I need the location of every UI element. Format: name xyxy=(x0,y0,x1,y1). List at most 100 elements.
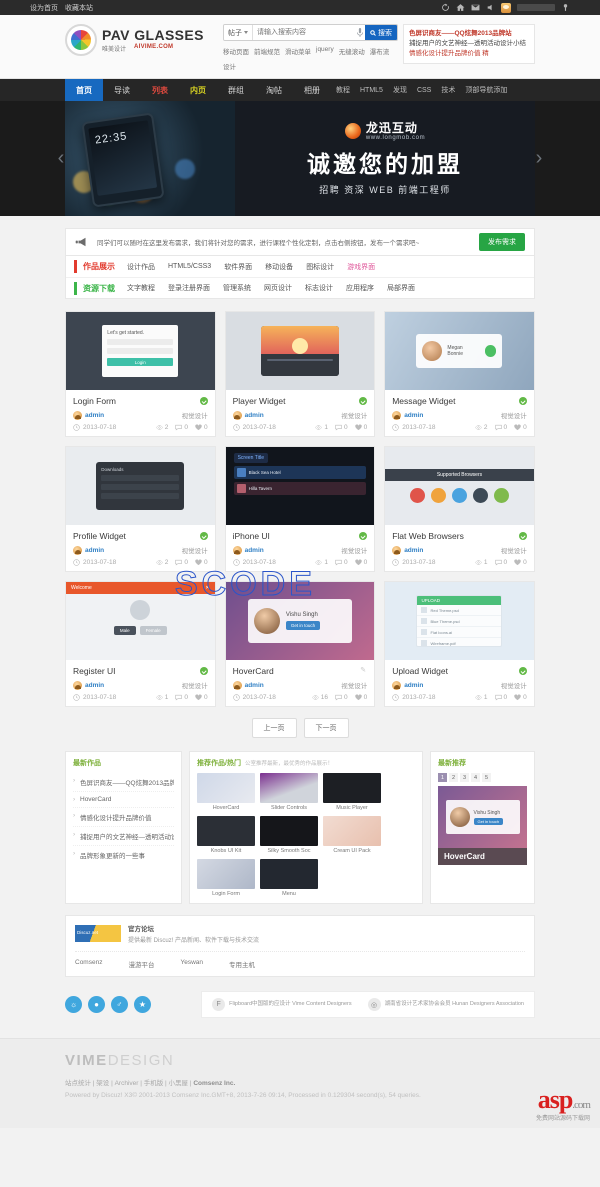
hot-keyword[interactable]: 瀑布流 xyxy=(370,46,390,56)
work-title[interactable]: Login Form xyxy=(73,396,116,406)
recommend-page-2[interactable]: 2 xyxy=(449,773,458,782)
footer-company[interactable]: Comsenz Inc. xyxy=(193,1080,235,1087)
work-category[interactable]: 视觉设计 xyxy=(501,680,527,690)
nav-sub-discover[interactable]: 发现 xyxy=(388,79,412,101)
author-name[interactable]: admin xyxy=(245,682,264,689)
mail-icon[interactable] xyxy=(471,3,480,12)
nav-item-album[interactable]: 相册 xyxy=(293,79,331,101)
prev-page-button[interactable]: 上一页 xyxy=(251,718,297,738)
recommend-page-1[interactable]: 1 xyxy=(438,773,447,782)
refresh-icon[interactable] xyxy=(441,3,450,12)
recommend-page-4[interactable]: 4 xyxy=(471,773,480,782)
list-item[interactable]: Login Form xyxy=(197,859,255,897)
filter-item[interactable]: 图标设计 xyxy=(306,262,334,272)
nav-sub-tech[interactable]: 技术 xyxy=(436,79,460,101)
username-field[interactable] xyxy=(517,4,555,11)
work-category[interactable]: 视觉设计 xyxy=(182,410,208,420)
banner-next-arrow[interactable]: › xyxy=(531,145,547,171)
list-item[interactable]: 情感化设计提升品牌价值 xyxy=(73,807,174,826)
work-card[interactable]: Megan Bonnie Message Widget admin 视觉设计 2… xyxy=(384,311,535,437)
nav-sub-add[interactable]: 顶部导航添加 xyxy=(460,79,512,101)
list-item[interactable]: 捕捉用户的文艺神经—透明活动设计小 xyxy=(73,826,174,845)
list-item[interactable]: 品牌形象更新的一些事 xyxy=(73,845,174,864)
filter-item[interactable]: 管理系统 xyxy=(223,283,251,293)
nav-sub-css[interactable]: CSS xyxy=(412,79,436,101)
filter-item[interactable]: 设计作品 xyxy=(127,262,155,272)
work-category[interactable]: 视觉设计 xyxy=(341,680,367,690)
work-category[interactable]: 视觉设计 xyxy=(341,545,367,555)
work-card[interactable]: UPLOAD Red Theme.psd Blue Theme.psd Flat… xyxy=(384,581,535,707)
list-item[interactable]: Menu xyxy=(260,859,318,897)
search-input[interactable] xyxy=(253,25,355,40)
author-name[interactable]: admin xyxy=(404,547,423,554)
promo-line-2[interactable]: 捕捉用户的文艺神经—透明活动设计小结 xyxy=(409,39,529,49)
author-name[interactable]: admin xyxy=(85,412,104,419)
partner-flipboard[interactable]: F Flipboard中国版的应设计 Vime Content Designer… xyxy=(212,998,352,1011)
link-title[interactable]: 官方论坛 xyxy=(128,923,259,933)
search-scope-select[interactable]: 帖子 xyxy=(224,25,253,40)
set-homepage-link[interactable]: 设为首页 xyxy=(30,3,58,13)
filter-item-active[interactable]: 游戏界面 xyxy=(347,262,375,272)
recommend-thumbnail[interactable]: Vishu Singh Get in touch xyxy=(438,786,527,848)
filter-item[interactable]: 文字教程 xyxy=(127,283,155,293)
filter-item[interactable]: HTML5/CSS3 xyxy=(168,263,211,270)
nav-item-guide[interactable]: 导读 xyxy=(103,79,141,101)
site-logo[interactable]: PAV GLASSES 唯美设计 AIVIME.COM xyxy=(65,24,215,56)
recommend-page-5[interactable]: 5 xyxy=(482,773,491,782)
promo-line-3[interactable]: 情感化设计提升品牌价值 精 xyxy=(409,49,529,59)
filter-item[interactable]: 移动设备 xyxy=(265,262,293,272)
list-item[interactable]: Cream UI Pack xyxy=(323,816,381,854)
edit-pencil-icon[interactable]: ✎ xyxy=(359,667,367,675)
work-category[interactable]: 视觉设计 xyxy=(182,680,208,690)
home-icon[interactable] xyxy=(456,3,465,12)
hot-keyword[interactable]: 设计 xyxy=(223,61,236,71)
work-title[interactable]: HoverCard xyxy=(233,666,274,676)
hot-keyword[interactable]: 无缝滚动 xyxy=(339,46,365,56)
promo-line-1[interactable]: 色屏识商友——QQ炫舞2013品牌站 xyxy=(409,29,529,39)
list-item[interactable]: Music Player xyxy=(323,773,381,811)
filter-item[interactable]: 登录注册界面 xyxy=(168,283,210,293)
person-icon[interactable]: ♂ xyxy=(111,996,128,1013)
hot-keyword[interactable]: 移动页面 xyxy=(223,46,249,56)
recommend-card-button[interactable]: Get in touch xyxy=(473,817,504,825)
work-title[interactable]: Player Widget xyxy=(233,396,286,406)
nav-item-list[interactable]: 列表 xyxy=(141,79,179,101)
avatar[interactable] xyxy=(501,2,511,13)
work-card[interactable]: Supported Browsers Flat Web Browsers adm… xyxy=(384,446,535,572)
nav-sub-html5[interactable]: HTML5 xyxy=(355,79,388,101)
list-item[interactable]: HoverCard xyxy=(197,773,255,811)
work-card[interactable]: Vishu Singh Get in touch HoverCard ✎ admi… xyxy=(224,581,376,707)
work-card[interactable]: Downloads Profile Widget admin 视觉设计 2013… xyxy=(65,446,216,572)
sound-icon[interactable] xyxy=(486,3,495,12)
nav-item-group[interactable]: 群组 xyxy=(217,79,255,101)
nav-item-home[interactable]: 首页 xyxy=(65,79,103,101)
hot-keyword[interactable]: jquery xyxy=(316,46,334,56)
publish-requirement-button[interactable]: 发布需求 xyxy=(479,233,525,251)
work-card[interactable]: Player Widget admin 视觉设计 2013-07-18 1 0 … xyxy=(224,311,376,437)
qq-icon[interactable]: ● xyxy=(88,996,105,1013)
work-card[interactable]: Welcome ✕ Male Female Register UI admin 视觉… xyxy=(65,581,216,707)
recommend-page-3[interactable]: 3 xyxy=(460,773,469,782)
work-title[interactable]: Message Widget xyxy=(392,396,455,406)
nav-sub-tutorial[interactable]: 教程 xyxy=(331,79,355,101)
work-title[interactable]: Flat Web Browsers xyxy=(392,531,464,541)
work-title[interactable]: Profile Widget xyxy=(73,531,126,541)
work-title[interactable]: Upload Widget xyxy=(392,666,448,676)
filter-head-downloads[interactable]: 资源下载 xyxy=(83,283,115,294)
footer-links[interactable]: 站点统计 | 架设 | Archiver | 手机版 | 小黑屋 | xyxy=(65,1080,192,1087)
search-button[interactable]: 搜索 xyxy=(365,25,397,40)
author-name[interactable]: admin xyxy=(404,682,423,689)
nav-item-collection[interactable]: 淘帖 xyxy=(255,79,293,101)
filter-item[interactable]: 网页设计 xyxy=(264,283,292,293)
filter-item[interactable]: 局部界面 xyxy=(387,283,415,293)
work-category[interactable]: 视觉设计 xyxy=(341,410,367,420)
settings-icon[interactable] xyxy=(561,3,570,12)
footer-link[interactable]: 漫游平台 xyxy=(128,959,154,969)
filter-item[interactable]: 应用程序 xyxy=(346,283,374,293)
work-card[interactable]: Screen Title Black Sea Hotel Hilla Taver… xyxy=(224,446,376,572)
partner-association[interactable]: ◎ 湖南省设计艺术家协会会员 Hunan Designers Associati… xyxy=(367,998,524,1011)
list-item[interactable]: Silky Smooth Soc xyxy=(260,816,318,854)
work-card[interactable]: Let's get started. Login Login Form admin… xyxy=(65,311,216,437)
footer-link[interactable]: 专用主机 xyxy=(229,959,255,969)
discuz-thumbnail[interactable]: Discuz.net xyxy=(75,925,121,942)
